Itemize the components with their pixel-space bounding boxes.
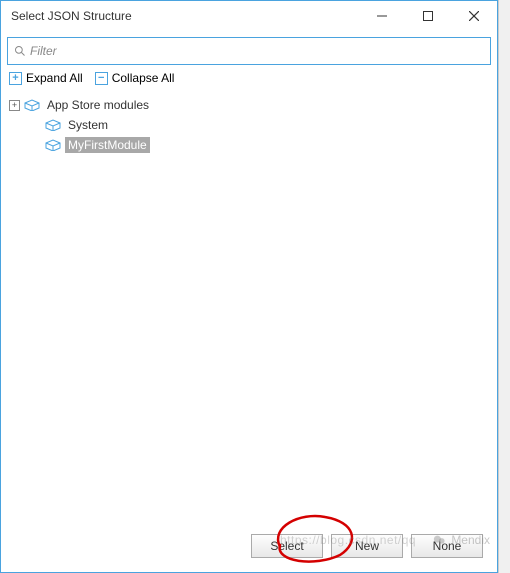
- minimize-icon: [377, 11, 387, 21]
- dialog-footer: Select New None: [7, 526, 491, 566]
- new-button-label: New: [355, 539, 379, 553]
- maximize-button[interactable]: [405, 1, 451, 31]
- maximize-icon: [423, 11, 433, 21]
- module-tree: + App Store modules System MyFirstModule: [7, 91, 491, 526]
- titlebar: Select JSON Structure: [1, 1, 497, 31]
- filter-container: [7, 37, 491, 65]
- minimize-button[interactable]: [359, 1, 405, 31]
- package-icon: [45, 139, 61, 151]
- collapse-all-label: Collapse All: [112, 71, 175, 85]
- close-button[interactable]: [451, 1, 497, 31]
- expand-toggle-icon[interactable]: +: [9, 100, 20, 111]
- plus-square-icon: +: [9, 72, 22, 85]
- none-button[interactable]: None: [411, 534, 483, 558]
- close-icon: [469, 11, 479, 21]
- minus-square-icon: −: [95, 72, 108, 85]
- dialog-content: + Expand All − Collapse All + App Store …: [1, 31, 497, 572]
- tree-item-label: System: [65, 117, 111, 133]
- tree-item-label: MyFirstModule: [65, 137, 150, 153]
- dialog-window: Select JSON Structure + Expand All −: [0, 0, 498, 573]
- tree-item-myfirstmodule[interactable]: MyFirstModule: [7, 135, 491, 155]
- select-button[interactable]: Select: [251, 534, 323, 558]
- package-icon: [24, 99, 40, 111]
- tree-item-app-store-modules[interactable]: + App Store modules: [7, 95, 491, 115]
- collapse-all-button[interactable]: − Collapse All: [95, 71, 175, 85]
- background-window-edge: [498, 0, 510, 573]
- tree-item-label: App Store modules: [44, 97, 152, 113]
- new-button[interactable]: New: [331, 534, 403, 558]
- expand-all-label: Expand All: [26, 71, 83, 85]
- select-button-label: Select: [270, 539, 303, 553]
- expand-all-button[interactable]: + Expand All: [9, 71, 83, 85]
- tree-toolbar: + Expand All − Collapse All: [7, 65, 491, 91]
- search-icon: [14, 45, 26, 57]
- none-button-label: None: [433, 539, 462, 553]
- filter-input[interactable]: [30, 44, 484, 58]
- window-title: Select JSON Structure: [11, 9, 132, 23]
- window-controls: [359, 1, 497, 31]
- package-icon: [45, 119, 61, 131]
- tree-item-system[interactable]: System: [7, 115, 491, 135]
